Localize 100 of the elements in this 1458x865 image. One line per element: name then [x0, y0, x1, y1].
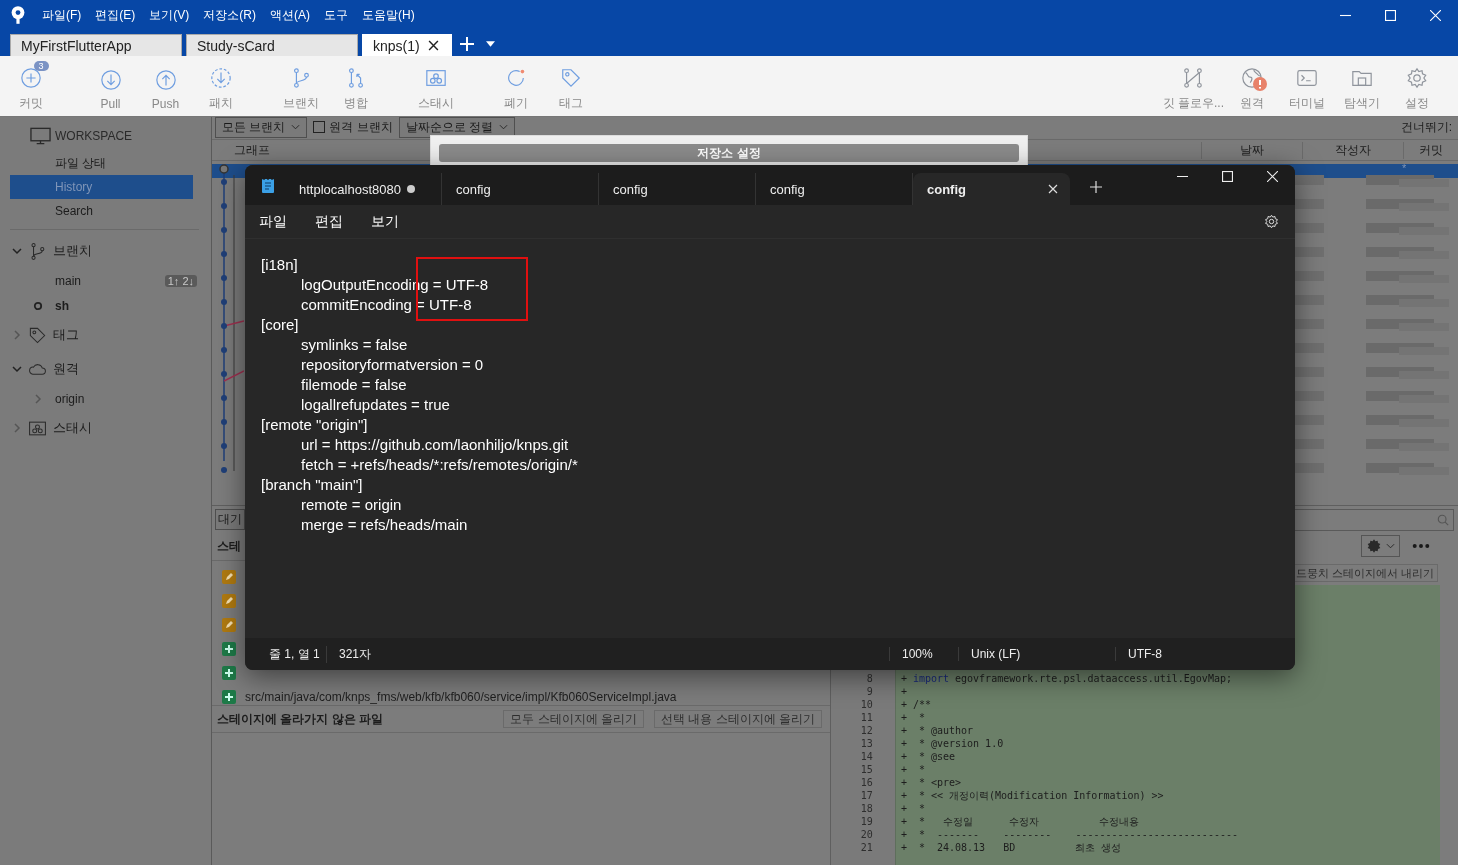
monitor-icon [30, 127, 51, 145]
line-number: 9 [865, 685, 873, 698]
checkbox[interactable] [313, 121, 326, 133]
toolbar-button[interactable]: 3 커밋 [3, 60, 58, 112]
toolbar-button[interactable]: 터미널 [1279, 60, 1334, 112]
sidebar-item[interactable]: 파일 상태 [10, 151, 193, 175]
toolbar-button[interactable]: Push [138, 61, 193, 111]
pencil-icon [222, 618, 236, 632]
toolbar-button[interactable]: 원격 [1224, 60, 1279, 112]
close-icon[interactable] [427, 40, 439, 51]
column-header[interactable]: 작성자 [1302, 141, 1403, 159]
toolbar-button[interactable]: 폐기 [488, 60, 543, 112]
current-branch-icon [33, 300, 43, 311]
pencil-icon [222, 594, 236, 608]
menu-item[interactable]: 보기(V) [149, 6, 190, 24]
caret-icon [291, 124, 301, 130]
config-entry: logallrefupdates = true [301, 396, 450, 413]
editor-tab[interactable]: config [913, 173, 1070, 205]
stage-all-button[interactable]: 모두 스테이지에 올리기 [503, 710, 644, 728]
code-line: * [917, 711, 925, 724]
search-icon [1437, 514, 1449, 526]
code-line: * <pre> [917, 776, 962, 789]
menu-item[interactable]: 파일 [259, 212, 287, 231]
section-title[interactable]: 원격 [53, 360, 79, 378]
settings-icon[interactable] [1264, 214, 1279, 229]
repo-tab[interactable]: knps(1) [362, 34, 452, 56]
tag-icon [559, 67, 582, 89]
section-header: [core] [261, 316, 299, 333]
status-text: 100% [889, 647, 958, 661]
toolbar-button[interactable]: Pull [83, 61, 138, 111]
toolbar-button[interactable]: 브랜치 [273, 60, 328, 112]
toolbar-button[interactable]: 탐색기 [1334, 60, 1389, 112]
toolbar-button[interactable]: 스태시 [408, 60, 463, 112]
settings-dropdown[interactable] [1361, 535, 1400, 557]
menu-item[interactable]: 보기 [371, 212, 399, 231]
section-title[interactable]: 스태시 [53, 419, 92, 437]
toolbar-button[interactable]: 설정 [1389, 60, 1444, 112]
code-line: * ------- -------- --------------------------- [917, 828, 1238, 841]
tree-item[interactable]: main [55, 273, 81, 288]
plus-icon [222, 666, 236, 680]
sidebar-item[interactable]: History [10, 175, 193, 199]
section-title[interactable]: 브랜치 [53, 242, 92, 260]
stage-selected-button[interactable]: 선택 내용 스테이지에 올리기 [653, 710, 822, 728]
branch-dropdown[interactable]: 모든 브랜치 [215, 116, 308, 138]
section-title: WORKSPACE [55, 129, 133, 143]
diff-sign: + [900, 776, 908, 789]
add-tab-icon[interactable] [1090, 181, 1102, 193]
diff-sign: + [900, 789, 908, 802]
checkbox-label: 원격 브랜치 [329, 118, 393, 136]
repo-tab[interactable]: Study-sCard [186, 34, 358, 56]
line-number: 15 [859, 763, 873, 776]
stash-box-icon [424, 67, 447, 89]
dropdown-icon[interactable] [486, 41, 495, 47]
section-header: [remote "origin"] [261, 416, 368, 433]
menu-item[interactable]: 저장소(R) [203, 6, 256, 24]
diff-sign: + [900, 841, 908, 854]
diff-sign: + [900, 685, 908, 698]
column-header[interactable]: 커밋 [1403, 141, 1458, 159]
chevron-down-icon[interactable] [12, 364, 22, 374]
maximize-icon[interactable] [1222, 171, 1233, 182]
count-badge: 3 [33, 61, 49, 71]
app-logo-icon [10, 5, 26, 25]
toolbar-button[interactable]: 깃 플로우... [1162, 60, 1224, 112]
tree-item[interactable]: sh [55, 298, 69, 313]
menu-item[interactable]: 편집 [315, 212, 343, 231]
menu-item[interactable]: 액션(A) [270, 6, 310, 24]
dialog-title: 저장소 설정 [439, 144, 1019, 162]
toolbar-button[interactable]: 병합 [328, 60, 383, 112]
code-line: * 24.08.13 BD 최초 생성 [917, 841, 1122, 854]
repo-tab[interactable]: MyFirstFlutterApp [10, 34, 182, 56]
toolbar-button[interactable]: 태그 [543, 60, 598, 112]
menu-item[interactable]: 편집(E) [95, 6, 136, 24]
tree-item[interactable]: origin [55, 391, 85, 406]
menu-item[interactable]: 도움말(H) [362, 6, 415, 24]
caret-icon [1386, 543, 1395, 549]
text-editor[interactable] [245, 238, 1295, 638]
plus-circle-icon [19, 67, 42, 89]
diff-sign: + [900, 750, 908, 763]
config-entry: fetch = +refs/heads/*:refs/remotes/origin/* [301, 456, 578, 473]
more-icon[interactable] [1412, 543, 1430, 549]
line-number: 11 [859, 711, 873, 724]
tag-icon [28, 325, 47, 345]
line-number: 8 [865, 672, 873, 685]
config-entry: repositoryformatversion = 0 [301, 356, 484, 373]
column-header[interactable]: 날짜 [1201, 141, 1302, 159]
column-header[interactable]: 그래프 [212, 141, 294, 159]
menu-item[interactable]: 파일(F) [42, 6, 82, 24]
code-line: * [917, 802, 925, 815]
caret-icon [499, 124, 509, 130]
plus-icon [222, 690, 236, 704]
section-title[interactable]: 태그 [53, 326, 79, 344]
pending-button[interactable]: 대기 [215, 508, 245, 530]
terminal-icon [1295, 67, 1318, 89]
toolbar-button[interactable]: 패치 [193, 60, 248, 112]
status-text: Unix (LF) [958, 647, 1115, 661]
config-entry: remote = origin [301, 496, 402, 513]
menu-item[interactable]: 도구 [324, 6, 348, 24]
sidebar-item[interactable]: Search [10, 199, 193, 223]
file-path[interactable]: src/main/java/com/knps_fms/web/kfb/kfb060/service/impl/Kfb060ServiceImpl.java [245, 690, 677, 704]
chevron-down-icon[interactable] [12, 246, 22, 256]
